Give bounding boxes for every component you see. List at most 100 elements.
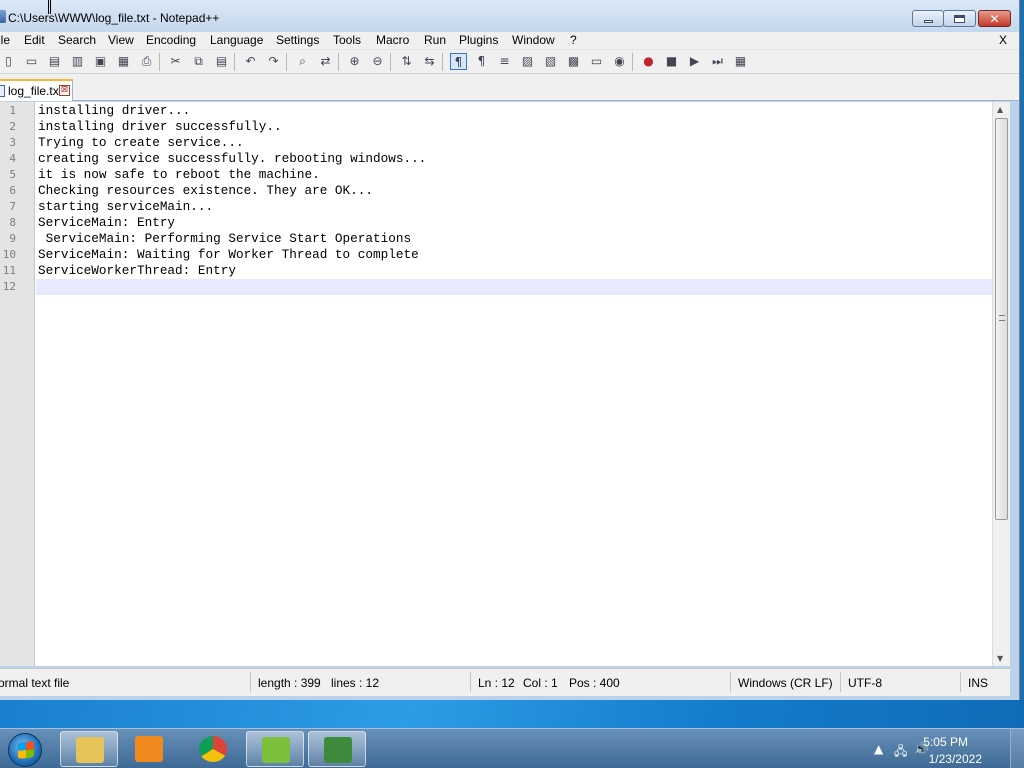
word-wrap-icon[interactable]: ¶	[450, 53, 467, 70]
menu-ile[interactable]: ile	[0, 33, 10, 47]
close-all-icon[interactable]: ▦	[115, 53, 132, 70]
menu-window[interactable]: Window	[512, 33, 555, 47]
run-macro-multiple-icon[interactable]: ⏭	[709, 53, 726, 70]
sync-horizontal-icon[interactable]: ⇆	[421, 53, 438, 70]
copy-icon[interactable]: ⧉	[190, 53, 207, 70]
system-tray: ▲ 🖧 🔊 5:05 PM 1/23/2022	[864, 729, 1024, 768]
menu-view[interactable]: View	[108, 33, 134, 47]
menu-macro[interactable]: Macro	[376, 33, 409, 47]
text-area[interactable]: installing driver... installing driver su…	[36, 102, 992, 666]
close-icon: ✕	[989, 11, 1000, 26]
taskbar-task-manager[interactable]	[308, 731, 366, 767]
menu-encoding[interactable]: Encoding	[146, 33, 196, 47]
zoom-in-icon[interactable]: ⊕	[346, 53, 363, 70]
doc-map-icon[interactable]: ▧	[542, 53, 559, 70]
taskbar-explorer[interactable]	[60, 731, 118, 767]
play-macro-icon[interactable]: ▶	[686, 53, 703, 70]
code-line[interactable]: ServiceWorkerThread: Entry	[38, 263, 236, 278]
sync-vertical-icon[interactable]: ⇅	[398, 53, 415, 70]
close-icon[interactable]: ▣	[92, 53, 109, 70]
explorer-icon	[76, 737, 104, 763]
code-line[interactable]: Trying to create service...	[38, 135, 244, 150]
replace-icon[interactable]: ⇄	[317, 53, 334, 70]
line-number: 1	[9, 104, 16, 117]
code-line[interactable]: ServiceMain: Performing Service Start Op…	[38, 231, 411, 246]
save-all-icon[interactable]: ▥	[69, 53, 86, 70]
file-icon	[0, 85, 5, 97]
user-language-icon[interactable]: ▨	[519, 53, 536, 70]
menu-plugins[interactable]: Plugins	[459, 33, 498, 47]
vertical-scrollbar[interactable]: ▲ ▼	[992, 102, 1010, 666]
current-line-highlight	[36, 279, 992, 295]
code-line[interactable]: starting serviceMain...	[38, 199, 213, 214]
menu-edit[interactable]: Edit	[24, 33, 45, 47]
menu-tools[interactable]: Tools	[333, 33, 361, 47]
function-list-icon[interactable]: ▩	[565, 53, 582, 70]
clock-time[interactable]: 5:05 PM	[923, 735, 968, 749]
show-hidden-icons-icon[interactable]: ▲	[874, 742, 883, 756]
scroll-down-icon[interactable]: ▼	[997, 654, 1003, 663]
windows-logo-icon	[18, 741, 34, 759]
show-all-chars-icon[interactable]: ¶	[473, 53, 490, 70]
toolbar-separator	[159, 53, 160, 71]
folder-workspace-icon[interactable]: ▭	[588, 53, 605, 70]
stop-macro-icon[interactable]: ■	[663, 53, 680, 70]
clock-date[interactable]: 1/23/2022	[929, 752, 982, 766]
monitoring-icon[interactable]: ◉	[611, 53, 628, 70]
record-macro-icon[interactable]: ●	[640, 53, 657, 70]
status-length: length : 399	[258, 676, 321, 690]
title-bar[interactable]: C:\Users\WWW\log_file.txt - Notepad++ ✕	[0, 0, 1019, 32]
close-document-button[interactable]: X	[999, 33, 1007, 47]
menu-search[interactable]: Search	[58, 33, 96, 47]
paste-icon[interactable]: ▤	[213, 53, 230, 70]
scrollbar-thumb[interactable]	[995, 118, 1008, 520]
taskbar-media-player[interactable]	[120, 731, 178, 767]
undo-icon[interactable]: ↶	[242, 53, 259, 70]
line-number: 11	[2, 264, 16, 277]
minimize-button[interactable]	[912, 10, 944, 27]
taskbar-chrome[interactable]	[184, 731, 242, 767]
start-button[interactable]	[8, 733, 42, 767]
find-icon[interactable]: ⌕	[294, 53, 311, 70]
scroll-up-icon[interactable]: ▲	[997, 105, 1003, 114]
menu-settings[interactable]: Settings	[276, 33, 319, 47]
indent-guide-icon[interactable]: ≡	[496, 53, 513, 70]
redo-icon[interactable]: ↷	[265, 53, 282, 70]
open-file-icon[interactable]: ▭	[23, 53, 40, 70]
line-number: 9	[9, 232, 16, 245]
print-icon[interactable]: ⎙	[138, 53, 155, 70]
desktop-background	[0, 700, 1024, 728]
editor[interactable]: 1 2 3 4 5 6 7 8 9 10 11 12 installing driver... inst…	[0, 102, 1010, 666]
toolbar-separator	[390, 53, 391, 71]
save-icon[interactable]: ▤	[46, 53, 63, 70]
status-mode: INS	[968, 676, 989, 690]
tab-log-file[interactable]: log_file.txt ⊠	[0, 79, 73, 101]
maximize-button[interactable]	[943, 10, 976, 27]
status-divider	[840, 672, 841, 692]
menu-help[interactable]: ?	[570, 33, 577, 47]
new-file-icon[interactable]: ▯	[0, 53, 17, 70]
close-window-button[interactable]: ✕	[978, 10, 1011, 27]
line-number: 4	[9, 152, 16, 165]
cut-icon[interactable]: ✂	[167, 53, 184, 70]
tab-close-button[interactable]: ⊠	[59, 85, 70, 96]
line-number-gutter: 1 2 3 4 5 6 7 8 9 10 11 12	[0, 102, 35, 666]
show-desktop-button[interactable]	[1010, 729, 1024, 768]
toolbar-separator	[286, 53, 287, 71]
code-line[interactable]: ServiceMain: Waiting for Worker Thread t…	[38, 247, 419, 262]
code-line[interactable]: Checking resources existence. They are O…	[38, 183, 373, 198]
menu-run[interactable]: Run	[424, 33, 446, 47]
code-line[interactable]: it is now safe to reboot the machine.	[38, 167, 320, 182]
code-line[interactable]: ServiceMain: Entry	[38, 215, 175, 230]
code-line[interactable]: creating service successfully. rebooting…	[38, 151, 426, 166]
notepadpp-icon	[0, 10, 6, 23]
menu-language[interactable]: Language	[210, 33, 263, 47]
code-line[interactable]: installing driver...	[38, 103, 190, 118]
save-macro-icon[interactable]: ▦	[732, 53, 749, 70]
taskbar-notepadpp[interactable]	[246, 731, 304, 767]
code-line[interactable]: installing driver successfully..	[38, 119, 282, 134]
status-ln: Ln : 12	[478, 676, 515, 690]
network-icon[interactable]: 🖧	[894, 742, 907, 763]
media-player-icon	[135, 736, 163, 762]
zoom-out-icon[interactable]: ⊖	[369, 53, 386, 70]
